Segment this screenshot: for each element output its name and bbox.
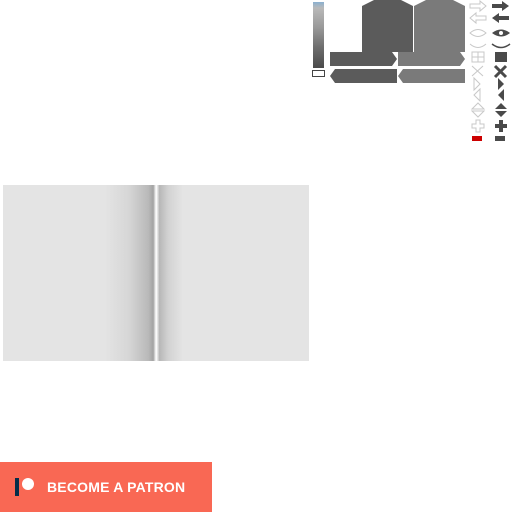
close-x-icon [471, 65, 484, 77]
tab-left-dark [330, 69, 397, 83]
red-swatch-icon [472, 136, 482, 141]
arrow-left-icon [492, 13, 509, 23]
triangle-left-icon [473, 87, 481, 103]
triangle-right-icon [498, 78, 504, 90]
become-a-patron-button[interactable]: BECOME A PATRON [0, 462, 212, 512]
icon-column-light [469, 0, 487, 141]
closed-eye-icon [491, 43, 511, 49]
closed-eye-icon [469, 43, 487, 48]
close-x-icon [493, 64, 508, 79]
gradient-bar [313, 2, 324, 68]
up-down-icon [495, 103, 507, 117]
triangle-right-icon [473, 76, 481, 92]
book-left-page[interactable] [3, 185, 153, 361]
up-down-icon [470, 102, 486, 118]
plus-icon [471, 119, 485, 133]
tab-tall-dark [362, 0, 413, 52]
icon-column-dark [491, 1, 511, 141]
tab-tall-light [414, 0, 465, 52]
arrow-right-icon [469, 0, 487, 13]
become-a-patron-label: BECOME A PATRON [47, 479, 186, 495]
page-tab-sprites [330, 0, 465, 83]
grid-icon [495, 52, 507, 62]
tab-right-light [398, 52, 465, 66]
triangle-left-icon [498, 89, 504, 101]
minus-icon [495, 136, 505, 141]
patreon-logo-icon [14, 476, 36, 498]
tab-left-light [398, 69, 465, 83]
book-right-page[interactable] [159, 185, 309, 361]
plus-icon [495, 120, 507, 132]
arrow-right-icon [492, 1, 509, 11]
eye-icon [469, 29, 487, 37]
arrow-left-icon [469, 11, 487, 25]
tab-right-dark [330, 52, 397, 66]
gradient-swatch [312, 70, 325, 77]
